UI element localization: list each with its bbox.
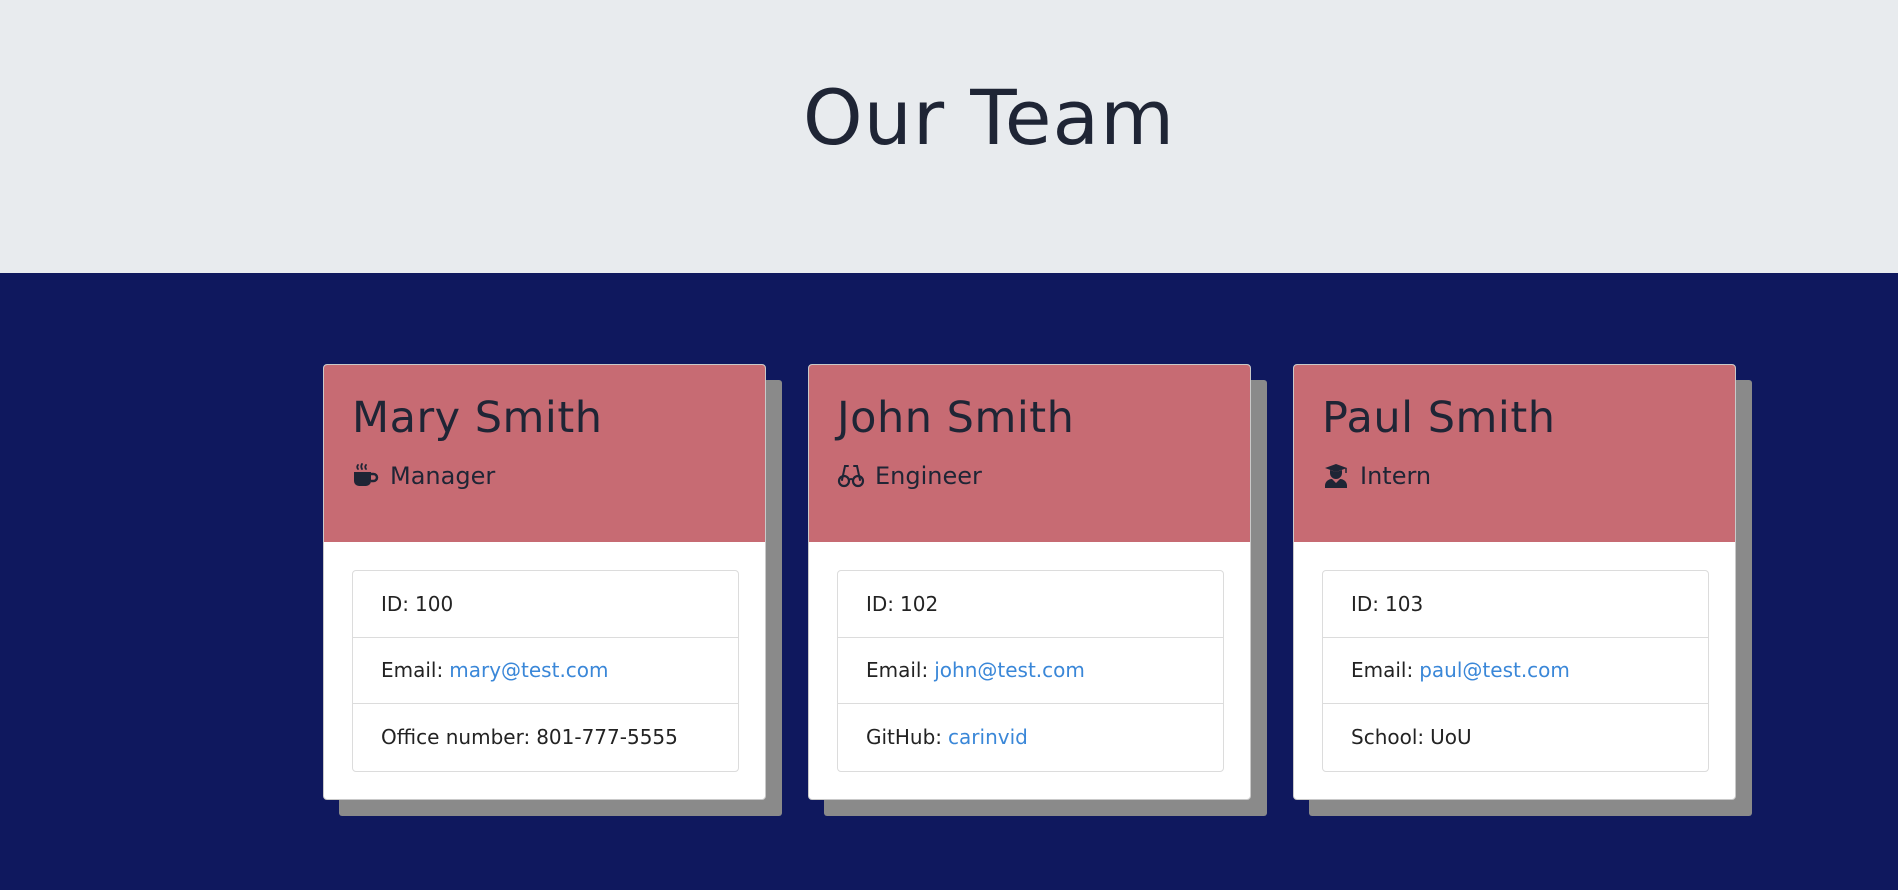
header: Our Team [0, 0, 1898, 273]
list-item-id: ID: 100 [353, 571, 738, 638]
role-label: Intern [1360, 462, 1432, 490]
role-label: Manager [390, 462, 496, 490]
id-value: 100 [415, 591, 454, 616]
github-link[interactable]: carinvid [948, 725, 1028, 749]
card: Mary Smith Manager ID: 100 Email: mary@t… [323, 364, 766, 800]
employee-name: Mary Smith [352, 393, 603, 443]
card: Paul Smith Intern ID: 103 Email: paul@te… [1293, 364, 1736, 800]
school-label: School: [1351, 725, 1425, 750]
employee-details: ID: 100 Email: mary@test.com Office numb… [352, 570, 739, 772]
list-item-email: Email: john@test.com [838, 638, 1223, 705]
id-label: ID: [1351, 591, 1380, 616]
mug-icon [352, 462, 380, 490]
office-number: 801-777-5555 [536, 725, 678, 750]
list-item-email: Email: paul@test.com [1323, 638, 1708, 705]
employee-name: John Smith [837, 393, 1075, 443]
id-value: 102 [900, 591, 939, 616]
list-item-id: ID: 103 [1323, 571, 1708, 638]
email-label: Email: [866, 658, 929, 683]
card-header: Paul Smith Intern [1294, 365, 1735, 542]
id-label: ID: [866, 591, 895, 616]
card-header: Mary Smith Manager [324, 365, 765, 542]
github-label: GitHub: [866, 725, 943, 750]
list-item-email: Email: mary@test.com [353, 638, 738, 705]
glasses-icon [837, 462, 865, 490]
list-item-office: Office number: 801-777-5555 [353, 704, 738, 771]
email-link[interactable]: john@test.com [934, 658, 1085, 682]
list-item-school: School: UoU [1323, 704, 1708, 771]
list-item-github: GitHub: carinvid [838, 704, 1223, 771]
role-label: Engineer [875, 462, 982, 490]
graduate-icon [1322, 462, 1350, 490]
email-link[interactable]: paul@test.com [1419, 658, 1570, 682]
employee-card-intern: Paul Smith Intern ID: 103 Email: paul@te… [1293, 364, 1752, 816]
card-header: John Smith Engineer [809, 365, 1250, 542]
employee-name: Paul Smith [1322, 393, 1556, 443]
employee-details: ID: 103 Email: paul@test.com School: UoU [1322, 570, 1709, 772]
id-value: 103 [1385, 591, 1424, 616]
email-label: Email: [1351, 658, 1414, 683]
card: John Smith Engineer ID: 102 Email: john@… [808, 364, 1251, 800]
employee-role: Engineer [837, 461, 982, 491]
office-label: Office number: [381, 725, 531, 750]
school-value: UoU [1430, 725, 1472, 750]
email-label: Email: [381, 658, 444, 683]
employee-role: Manager [352, 461, 495, 491]
employee-card-engineer: John Smith Engineer ID: 102 Email: john@… [808, 364, 1267, 816]
employee-role: Intern [1322, 461, 1431, 491]
page-title: Our Team [802, 73, 1176, 162]
employee-card-manager: Mary Smith Manager ID: 100 Email: mary@t… [323, 364, 782, 816]
id-label: ID: [381, 591, 410, 616]
list-item-id: ID: 102 [838, 571, 1223, 638]
email-link[interactable]: mary@test.com [449, 658, 608, 682]
employee-details: ID: 102 Email: john@test.com GitHub: car… [837, 570, 1224, 772]
